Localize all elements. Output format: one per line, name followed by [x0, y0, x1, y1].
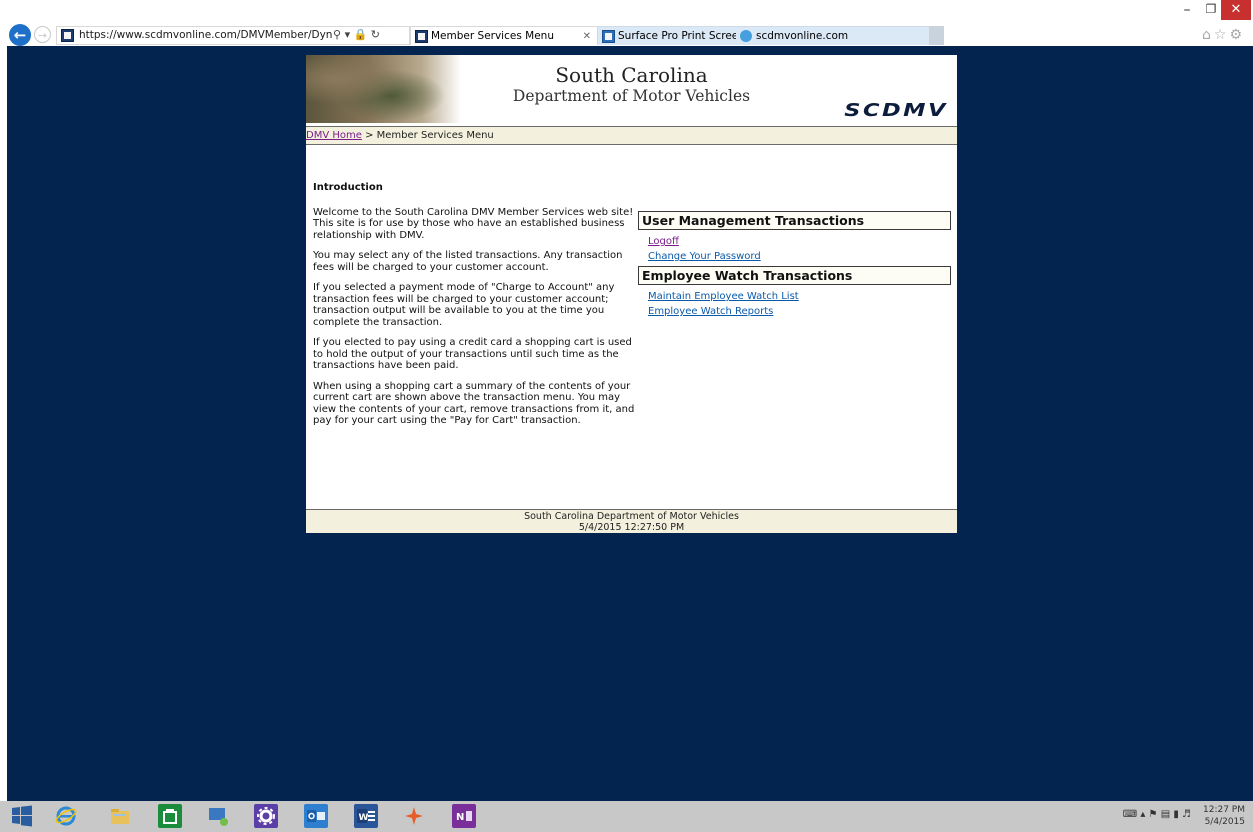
dropdown-icon[interactable]: ▾ [345, 28, 351, 41]
tab-scdmvonline[interactable]: scdmvonline.com [736, 26, 944, 45]
introduction-section: Introduction Welcome to the South Caroli… [313, 182, 638, 436]
transaction-menu: User Management Transactions Logoff Chan… [638, 211, 951, 321]
ie-favicon-icon [740, 30, 752, 42]
watch-reports-link[interactable]: Employee Watch Reports [648, 304, 951, 319]
clock-date: 5/4/2015 [1204, 817, 1245, 827]
back-button[interactable]: ← [9, 24, 31, 46]
tray-chevron-icon[interactable]: ▴ [1140, 809, 1145, 820]
home-icon[interactable]: ⌂ [1202, 27, 1214, 43]
employee-watch-links: Maintain Employee Watch List Employee Wa… [638, 285, 951, 321]
search-icon[interactable]: ⚲ [333, 28, 341, 41]
site-title: South Carolina [555, 63, 708, 87]
new-tab-button[interactable] [929, 26, 944, 45]
browser-chrome: ← → https://www.scdmvonline.com/DMVMembe… [0, 0, 1253, 46]
keyboard-icon[interactable]: ⌨ [1123, 809, 1137, 820]
scdmv-logo: SCDMV [844, 100, 948, 121]
forward-button[interactable]: → [34, 26, 51, 43]
tab-title: Surface Pro Print Screen | Micro... [618, 30, 736, 42]
intro-paragraph: When using a shopping cart a summary of … [313, 380, 635, 427]
site-banner: South Carolina Department of Motor Vehic… [306, 55, 957, 129]
refresh-icon[interactable]: ↻ [371, 28, 380, 41]
lock-icon[interactable]: 🔒 [354, 28, 368, 41]
introduction-heading: Introduction [313, 182, 383, 193]
system-tray: ⌨ ▴ ⚑ ▤ ▮ ♬ [1123, 809, 1191, 820]
maintain-watch-list-link[interactable]: Maintain Employee Watch List [648, 289, 951, 304]
address-actions: ⚲ ▾ 🔒 ↻ [333, 28, 380, 41]
close-tab-icon[interactable]: ✕ [583, 27, 591, 45]
svg-text:W: W [359, 813, 369, 823]
employee-watch-header: Employee Watch Transactions [638, 266, 951, 285]
address-bar[interactable]: https://www.scdmvonline.com/DMVMember/Dy… [56, 26, 410, 45]
breadcrumb: DMV Home > Member Services Menu [306, 126, 957, 145]
windows-start-icon[interactable] [10, 804, 34, 828]
settings-icon[interactable] [254, 804, 278, 828]
outlook-icon[interactable] [304, 804, 328, 828]
intro-paragraph: If you selected a payment mode of "Charg… [313, 282, 615, 328]
signal-icon[interactable]: ▮ [1173, 809, 1179, 820]
tab-favicon-icon [602, 30, 615, 43]
snipping-tool-icon[interactable] [402, 804, 426, 828]
network-icon[interactable]: ▤ [1161, 809, 1170, 820]
taskbar: W N ⌨ ▴ ⚑ ▤ ▮ ♬ 12:27 PM 5/4/2015 [0, 801, 1253, 832]
tab-title: Member Services Menu [431, 30, 554, 42]
breadcrumb-separator: > [365, 130, 374, 141]
file-explorer-icon[interactable] [108, 804, 132, 828]
gear-icon[interactable]: ⚙ [1229, 27, 1245, 43]
breadcrumb-current: Member Services Menu [376, 130, 494, 141]
clock-time: 12:27 PM [1203, 805, 1245, 815]
intro-paragraph: If you elected to pay using a credit car… [313, 337, 632, 371]
svg-text:N: N [456, 812, 464, 823]
flag-icon[interactable]: ⚑ [1149, 809, 1158, 820]
tab-surface-pro[interactable]: Surface Pro Print Screen | Micro... [598, 26, 736, 45]
breadcrumb-home-link[interactable]: DMV Home [306, 130, 362, 141]
taskbar-clock[interactable]: 12:27 PM 5/4/2015 [1195, 804, 1245, 828]
site-favicon-icon [61, 29, 74, 42]
logoff-link[interactable]: Logoff [648, 234, 951, 249]
store-icon[interactable] [158, 804, 182, 828]
change-password-link[interactable]: Change Your Password [648, 249, 951, 264]
internet-explorer-icon[interactable] [54, 804, 78, 828]
minimize-button[interactable]: – [1175, 2, 1199, 18]
user-management-header: User Management Transactions [638, 211, 951, 230]
volume-icon[interactable]: ♬ [1182, 809, 1191, 820]
intro-paragraph: Welcome to the South Carolina DMV Member… [313, 206, 634, 241]
footer-timestamp: 5/4/2015 12:27:50 PM [578, 521, 685, 533]
url-text[interactable]: https://www.scdmvonline.com/DMVMember/Dy… [79, 29, 333, 41]
footer-org-name: South Carolina Department of Motor Vehic… [524, 511, 739, 522]
close-window-button[interactable]: ✕ [1221, 0, 1251, 20]
page-content: South Carolina Department of Motor Vehic… [306, 55, 957, 533]
word-icon[interactable]: W [354, 804, 378, 828]
user-management-links: Logoff Change Your Password [638, 230, 951, 266]
favorites-icon[interactable]: ☆ [1214, 27, 1230, 43]
tab-member-services[interactable]: Member Services Menu ✕ [410, 26, 598, 45]
restore-button[interactable]: ❐ [1199, 2, 1223, 16]
onenote-icon[interactable]: N [452, 804, 476, 828]
page-viewport: South Carolina Department of Motor Vehic… [7, 46, 1253, 801]
tab-favicon-icon [415, 30, 428, 43]
remote-desktop-icon[interactable] [206, 804, 230, 828]
intro-paragraph: You may select any of the listed transac… [313, 250, 623, 273]
page-footer: South Carolina Department of Motor Vehic… [306, 509, 957, 533]
tab-title: scdmvonline.com [756, 30, 849, 42]
toolbar-icons: ⌂☆⚙ [1202, 27, 1245, 43]
